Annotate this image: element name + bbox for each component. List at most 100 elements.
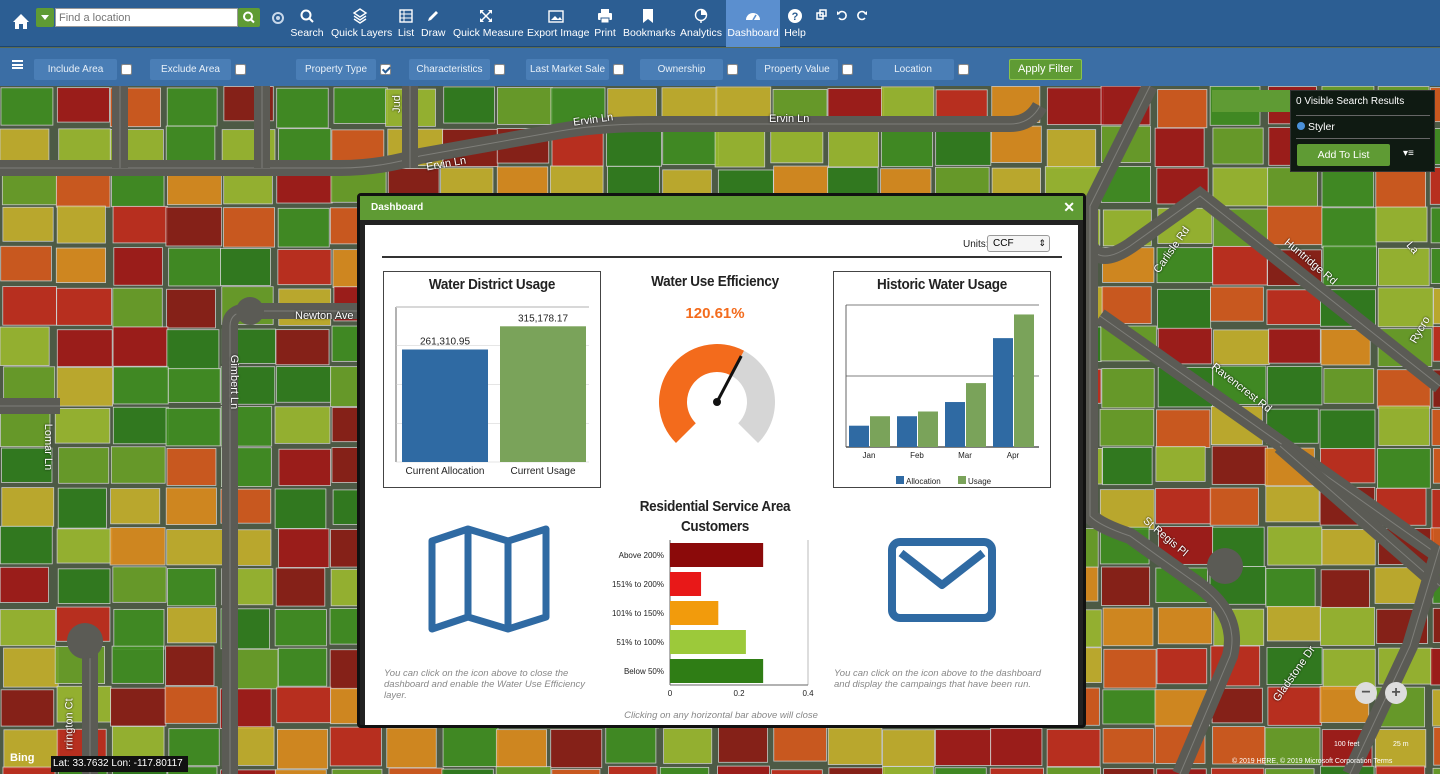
parcel[interactable] [165, 487, 217, 525]
hamburger-menu-icon[interactable] [12, 60, 23, 69]
parcel[interactable] [606, 127, 662, 167]
parcel[interactable] [935, 127, 992, 166]
parcel[interactable] [1432, 689, 1440, 727]
historic-bar[interactable] [897, 416, 917, 447]
parcel[interactable] [386, 727, 437, 769]
add-to-list-button[interactable]: Add To List [1297, 144, 1390, 166]
parcel[interactable] [443, 86, 495, 124]
filter-checkbox[interactable] [727, 64, 738, 75]
parcel[interactable] [1103, 768, 1155, 774]
parcel[interactable] [1266, 205, 1323, 246]
parcel[interactable] [1267, 167, 1318, 207]
parcel[interactable] [551, 768, 601, 774]
filter-checkbox[interactable] [121, 64, 132, 75]
parcel[interactable] [54, 408, 111, 444]
residential-bar[interactable] [670, 572, 702, 596]
parcel[interactable] [223, 207, 275, 248]
parcel[interactable] [1429, 167, 1440, 205]
parcel[interactable] [1265, 768, 1315, 774]
parcel[interactable] [1378, 247, 1430, 287]
parcel[interactable] [113, 247, 163, 286]
historic-bar[interactable] [993, 338, 1013, 447]
historic-bar[interactable] [1014, 314, 1034, 447]
historic-bar[interactable] [945, 402, 965, 447]
parcel[interactable] [56, 205, 106, 244]
parcel[interactable] [56, 329, 113, 368]
parcel[interactable] [220, 248, 271, 286]
parcel[interactable] [166, 329, 220, 371]
parcel[interactable] [1155, 446, 1206, 482]
parcel[interactable] [167, 367, 221, 403]
parcel[interactable] [165, 407, 221, 447]
parcel[interactable] [333, 87, 388, 124]
parcel[interactable] [165, 125, 216, 161]
parcel[interactable] [1321, 167, 1375, 208]
parcel[interactable] [1430, 648, 1440, 686]
parcel[interactable] [388, 767, 445, 774]
parcel[interactable] [442, 726, 499, 767]
parcel[interactable] [278, 528, 330, 568]
toolbar-bookmarks-button[interactable]: Bookmarks [623, 0, 676, 47]
undo-icon[interactable] [836, 9, 848, 21]
parcel[interactable] [714, 129, 766, 168]
parcel[interactable] [1432, 326, 1440, 362]
parcel[interactable] [1323, 368, 1375, 404]
toolbar-search-button[interactable]: Search [290, 0, 324, 47]
parcel[interactable] [167, 607, 217, 644]
parcel[interactable] [166, 448, 217, 486]
historic-bar[interactable] [870, 416, 890, 447]
parcel[interactable] [495, 766, 552, 774]
parcel[interactable] [1213, 329, 1270, 365]
toolbar-quick-measure-button[interactable]: Quick Measure [453, 0, 524, 47]
parcel[interactable] [882, 766, 934, 774]
parcel[interactable] [1102, 607, 1154, 647]
parcel[interactable] [718, 726, 768, 763]
parcel[interactable] [2, 766, 56, 774]
parcel[interactable] [497, 87, 553, 125]
parcel[interactable] [56, 528, 113, 564]
toolbar-draw-button[interactable]: Draw [421, 0, 446, 47]
parcel[interactable] [1046, 766, 1101, 774]
parcel[interactable] [277, 647, 328, 687]
parcel[interactable] [274, 488, 327, 529]
toolbar-analytics-button[interactable]: Analytics [680, 0, 722, 47]
filter-checkbox[interactable] [613, 64, 624, 75]
toolbar-help-button[interactable]: ? Help [783, 0, 807, 47]
filter-ownership-button[interactable]: Ownership [640, 59, 738, 80]
residential-bar[interactable] [670, 543, 764, 567]
parcel[interactable] [1157, 89, 1208, 129]
parcel[interactable] [1377, 448, 1431, 489]
parcel[interactable] [1265, 568, 1316, 608]
filter-last-market-sale-button[interactable]: Last Market Sale [526, 59, 624, 80]
parcel[interactable] [441, 768, 494, 774]
parcel[interactable] [3, 647, 59, 688]
filter-characteristics-button[interactable]: Characteristics [409, 59, 505, 80]
parcel[interactable] [1432, 607, 1440, 643]
filter-include-area-button[interactable]: Include Area [34, 59, 132, 80]
parcel[interactable] [164, 686, 218, 724]
historic-bar[interactable] [849, 425, 869, 447]
filter-property-type-button[interactable]: Property Type [296, 59, 391, 80]
parcel[interactable] [331, 768, 383, 774]
units-select[interactable]: CCF [987, 235, 1050, 252]
parcel[interactable] [1320, 606, 1375, 646]
parcel[interactable] [1211, 445, 1268, 485]
parcel[interactable] [0, 326, 50, 366]
parcel[interactable] [1157, 607, 1213, 645]
home-icon[interactable] [10, 10, 32, 32]
envelope-icon[interactable] [887, 537, 997, 623]
toolbar-dashboard-button[interactable]: Dashboard [726, 0, 780, 47]
parcel[interactable] [112, 326, 169, 367]
parcel[interactable] [990, 727, 1043, 767]
historic-bar[interactable] [966, 383, 986, 447]
parcel[interactable] [275, 329, 330, 366]
historic-usage-chart[interactable]: Jan Feb Mar Apr Allocation Usage [834, 297, 1050, 487]
parcel[interactable] [1099, 408, 1155, 447]
parcel[interactable] [1265, 485, 1320, 523]
parcel[interactable] [1154, 127, 1205, 167]
parcel[interactable] [1432, 767, 1440, 774]
parcel[interactable] [112, 566, 167, 603]
parcel[interactable] [1321, 207, 1377, 249]
redo-icon[interactable] [856, 9, 868, 21]
parcel[interactable] [1375, 206, 1428, 243]
